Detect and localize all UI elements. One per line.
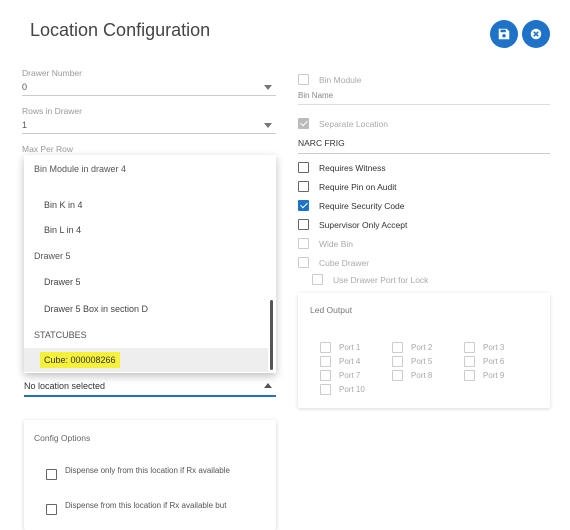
dropdown-scrollbar[interactable] xyxy=(270,300,273,370)
port-checkbox[interactable] xyxy=(464,342,475,353)
led-output-title: Led Output xyxy=(310,305,353,315)
location-select[interactable]: No location selected xyxy=(24,381,276,397)
port-label: Port 9 xyxy=(483,371,505,380)
separate-location-label: Separate Location xyxy=(319,118,388,129)
port-label: Port 3 xyxy=(483,343,505,352)
port-2[interactable]: Port 2 xyxy=(392,342,432,353)
port-checkbox[interactable] xyxy=(392,370,403,381)
port-checkbox[interactable] xyxy=(464,356,475,367)
separate-location-checkbox[interactable] xyxy=(298,118,309,129)
port-label: Port 2 xyxy=(411,343,433,352)
requires-witness-checkbox[interactable] xyxy=(298,162,309,173)
port-10[interactable]: Port 10 xyxy=(320,384,365,395)
separate-location-row[interactable]: Separate Location xyxy=(298,118,388,129)
wide-bin-label: Wide Bin xyxy=(319,238,354,249)
wide-bin-row[interactable]: Wide Bin xyxy=(298,238,353,249)
port-5[interactable]: Port 5 xyxy=(392,356,432,367)
location-name-value[interactable]: NARC FRIG xyxy=(298,138,550,154)
max-per-row-label: Max Per Row xyxy=(22,144,74,154)
drawer-number-value: 0 xyxy=(22,82,28,92)
config-option-checkbox[interactable] xyxy=(46,504,57,515)
rows-in-drawer-value: 1 xyxy=(22,120,28,130)
port-checkbox[interactable] xyxy=(392,342,403,353)
port-checkbox[interactable] xyxy=(320,370,331,381)
led-output-card: Led Output Port 1 Port 2 Port 3 Port 4 P… xyxy=(298,293,550,408)
drawer-number-field[interactable]: Drawer Number 0 xyxy=(22,68,276,96)
cube-drawer-checkbox[interactable] xyxy=(298,257,309,268)
port-checkbox[interactable] xyxy=(320,342,331,353)
save-icon xyxy=(498,28,510,40)
wide-bin-checkbox[interactable] xyxy=(298,238,309,249)
dropdown-group: STATCUBES xyxy=(34,330,87,340)
location-select-value: No location selected xyxy=(24,381,106,391)
require-security-code-row[interactable]: Require Security Code xyxy=(298,200,405,211)
location-dropdown-list[interactable]: Bin Module in drawer 4 Bin K in 4 Bin L … xyxy=(24,155,276,373)
rows-in-drawer-select[interactable]: 1 xyxy=(22,120,276,134)
chevron-down-icon xyxy=(264,85,272,90)
rows-in-drawer-field[interactable]: Rows in Drawer 1 xyxy=(22,106,276,134)
supervisor-only-checkbox[interactable] xyxy=(298,219,309,230)
require-pin-label: Require Pin on Audit xyxy=(319,181,397,192)
dropdown-option-selected[interactable]: Cube: 000008266 xyxy=(24,348,268,372)
chevron-down-icon xyxy=(264,123,272,128)
port-9[interactable]: Port 9 xyxy=(464,370,504,381)
cube-drawer-row[interactable]: Cube Drawer xyxy=(298,257,369,268)
rows-in-drawer-label: Rows in Drawer xyxy=(22,106,82,116)
dropdown-option[interactable]: Drawer 5 Box in section D xyxy=(24,297,268,321)
port-3[interactable]: Port 3 xyxy=(464,342,504,353)
use-drawer-port-label: Use Drawer Port for Lock xyxy=(333,274,429,285)
port-4[interactable]: Port 4 xyxy=(320,356,360,367)
port-label: Port 10 xyxy=(339,385,365,394)
dropdown-group: Drawer 5 xyxy=(34,251,71,261)
supervisor-only-label: Supervisor Only Accept xyxy=(319,219,408,230)
requires-witness-label: Requires Witness xyxy=(319,162,386,173)
cube-drawer-label: Cube Drawer xyxy=(319,257,370,268)
config-option-row[interactable]: Dispense only from this location if Rx a… xyxy=(46,465,271,480)
save-button[interactable] xyxy=(490,20,518,48)
drawer-number-label: Drawer Number xyxy=(22,68,82,78)
require-pin-checkbox[interactable] xyxy=(298,181,309,192)
port-label: Port 6 xyxy=(483,357,505,366)
page-title: Location Configuration xyxy=(30,20,211,40)
port-1[interactable]: Port 1 xyxy=(320,342,360,353)
bin-module-row[interactable]: Bin Module xyxy=(298,74,362,85)
supervisor-only-row[interactable]: Supervisor Only Accept xyxy=(298,219,407,230)
dropdown-option[interactable]: Bin K in 4 xyxy=(24,193,268,217)
port-label: Port 8 xyxy=(411,371,433,380)
port-checkbox[interactable] xyxy=(320,384,331,395)
dropdown-option[interactable]: Bin L in 4 xyxy=(24,218,268,242)
require-security-code-label: Require Security Code xyxy=(319,200,405,211)
port-checkbox[interactable] xyxy=(464,370,475,381)
dropdown-group: Bin Module in drawer 4 xyxy=(34,164,127,174)
bin-name-field[interactable]: Bin Name xyxy=(298,91,550,105)
require-pin-row[interactable]: Require Pin on Audit xyxy=(298,181,397,192)
use-drawer-port-row[interactable]: Use Drawer Port for Lock xyxy=(312,274,428,285)
port-checkbox[interactable] xyxy=(320,356,331,367)
dropdown-option[interactable]: Drawer 5 xyxy=(24,270,268,294)
port-label: Port 5 xyxy=(411,357,433,366)
drawer-number-select[interactable]: 0 xyxy=(22,82,276,96)
port-6[interactable]: Port 6 xyxy=(464,356,504,367)
port-label: Port 4 xyxy=(339,357,361,366)
config-option-label: Dispense only from this location if Rx a… xyxy=(65,466,230,475)
port-label: Port 7 xyxy=(339,371,361,380)
bin-module-checkbox[interactable] xyxy=(298,74,309,85)
config-option-row[interactable]: Dispense from this location if Rx availa… xyxy=(46,500,271,515)
config-option-checkbox[interactable] xyxy=(46,469,57,480)
config-options-card: Config Options Dispense only from this l… xyxy=(24,420,276,530)
port-checkbox[interactable] xyxy=(392,356,403,367)
close-button[interactable] xyxy=(522,20,550,48)
config-option-label: Dispense from this location if Rx availa… xyxy=(65,501,227,510)
requires-witness-row[interactable]: Requires Witness xyxy=(298,162,386,173)
require-security-code-checkbox[interactable] xyxy=(298,200,309,211)
config-options-title: Config Options xyxy=(34,433,91,443)
port-7[interactable]: Port 7 xyxy=(320,370,360,381)
port-8[interactable]: Port 8 xyxy=(392,370,432,381)
bin-module-label: Bin Module xyxy=(319,74,362,85)
port-label: Port 1 xyxy=(339,343,361,352)
chevron-up-icon xyxy=(264,383,272,388)
use-drawer-port-checkbox[interactable] xyxy=(312,274,323,285)
close-icon xyxy=(530,28,542,40)
